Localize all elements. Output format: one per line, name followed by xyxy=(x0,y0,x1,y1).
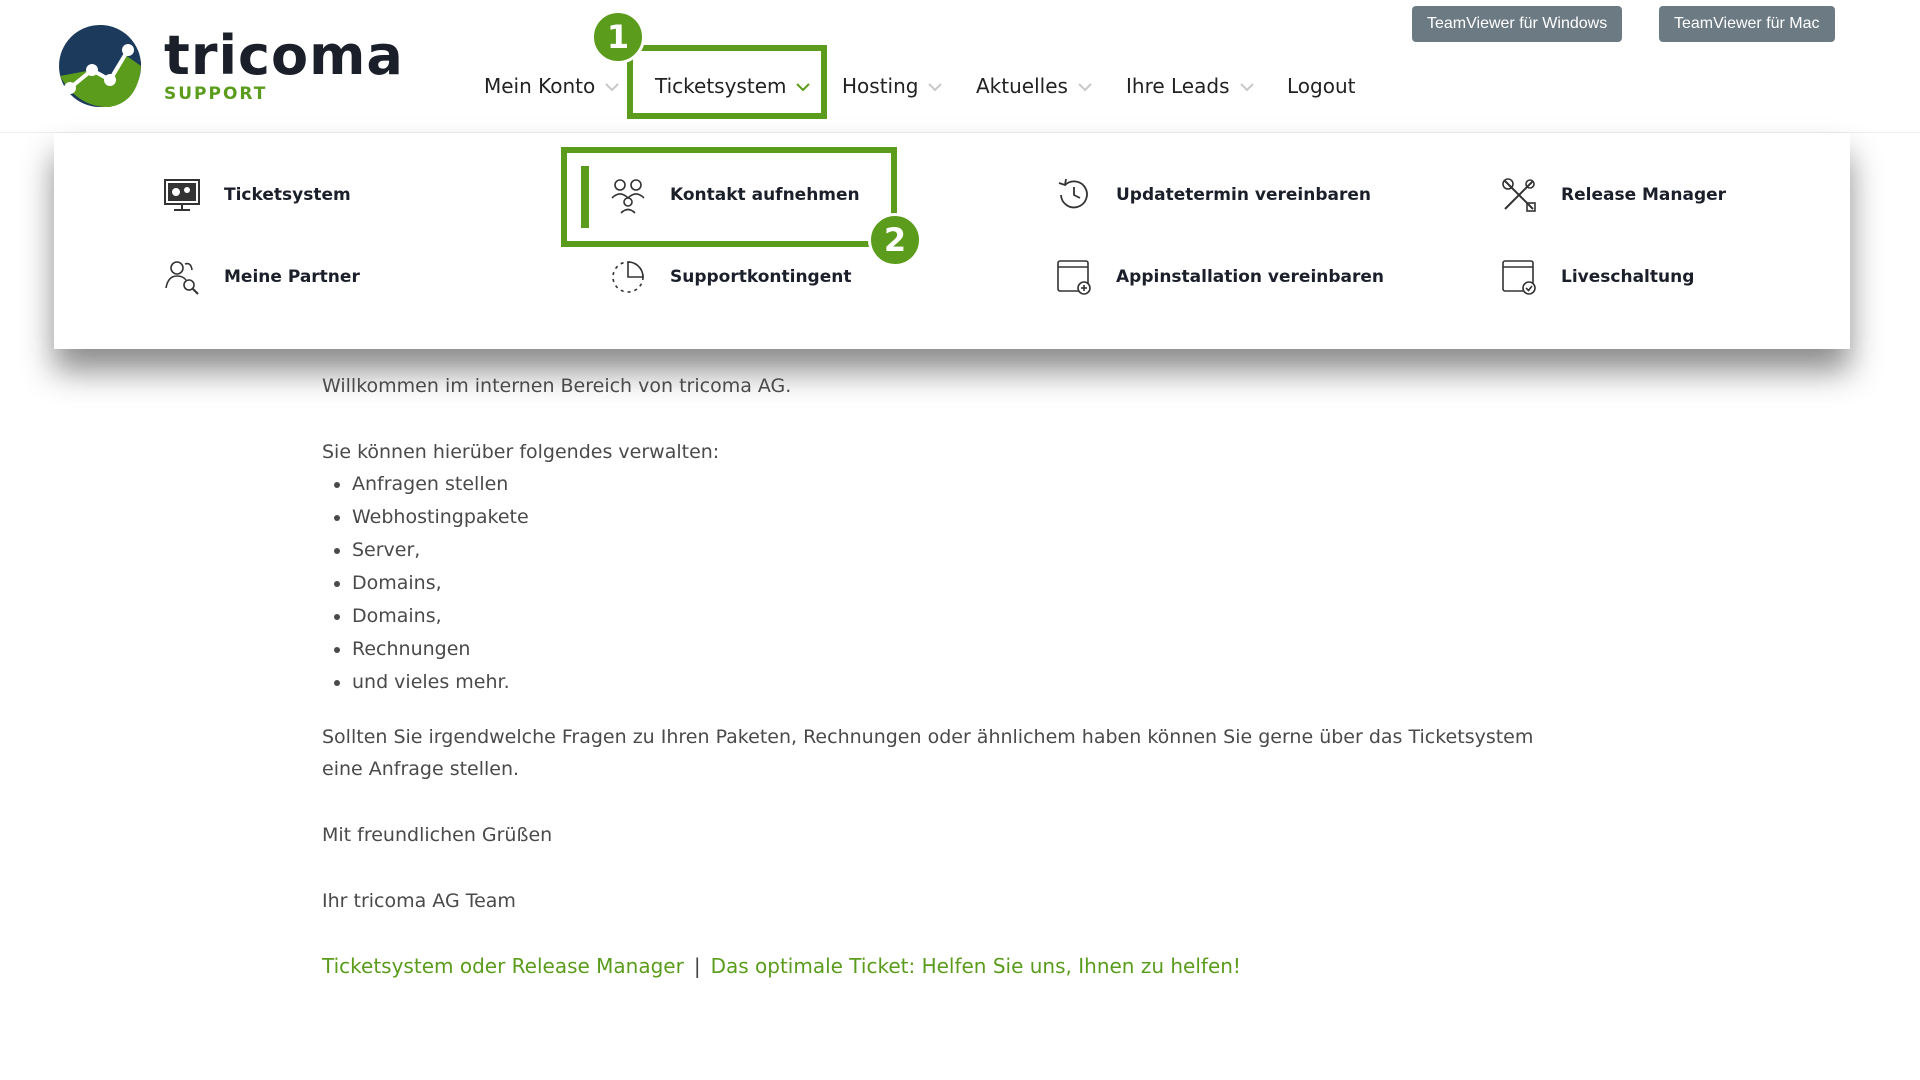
nav-mein-konto[interactable]: Mein Konto xyxy=(484,70,619,102)
logo-subtitle: SUPPORT xyxy=(164,84,268,104)
welcome-text: Willkommen im internen Bereich von trico… xyxy=(322,375,792,397)
main-content: Willkommen im internen Bereich von trico… xyxy=(322,370,1622,917)
list-item: Anfragen stellen xyxy=(352,468,1622,501)
nav-label: Aktuelles xyxy=(976,74,1068,98)
clock-history-icon xyxy=(1054,175,1094,215)
signature-text: Ihr tricoma AG Team xyxy=(322,890,516,912)
intro-text: Sie können hierüber folgendes verwalten: xyxy=(322,441,720,463)
teamviewer-windows-button[interactable]: TeamViewer für Windows xyxy=(1412,6,1623,42)
mega-item-meine-partner[interactable]: Meine Partner xyxy=(162,255,360,299)
chevron-down-icon xyxy=(928,83,943,92)
nav-label: Mein Konto xyxy=(484,74,596,98)
highlight-kontakt-aufnehmen xyxy=(561,147,897,247)
user-search-icon xyxy=(162,257,202,297)
mega-item-liveschaltung[interactable]: Liveschaltung xyxy=(1499,255,1694,299)
highlight-ticketsystem-nav xyxy=(627,45,827,119)
nav-label: Ihre Leads xyxy=(1126,74,1230,98)
mega-menu: Ticketsystem Kontakt aufnehmen Updateter… xyxy=(54,133,1850,349)
step-badge-2: 2 xyxy=(868,213,922,267)
nav-aktuelles[interactable]: Aktuelles xyxy=(976,70,1092,102)
mega-item-supportkontingent[interactable]: Supportkontingent xyxy=(608,255,852,299)
step-badge-1: 1 xyxy=(591,10,645,64)
mega-item-appinstallation[interactable]: Appinstallation vereinbaren xyxy=(1054,255,1384,299)
logo[interactable]: tricoma SUPPORT xyxy=(58,24,403,108)
logo-mark-icon xyxy=(59,25,141,108)
list-item: Webhostingpakete xyxy=(352,501,1622,534)
mega-item-release-manager[interactable]: Release Manager xyxy=(1499,173,1726,217)
chevron-down-icon xyxy=(605,83,619,92)
tools-icon xyxy=(1499,175,1539,215)
list-item: und vieles mehr. xyxy=(352,666,1622,699)
mega-item-ticketsystem[interactable]: Ticketsystem xyxy=(162,173,351,217)
link-ticketsystem-release-manager[interactable]: Ticketsystem oder Release Manager xyxy=(322,954,684,978)
mega-item-label: Appinstallation vereinbaren xyxy=(1116,267,1385,287)
chevron-down-icon xyxy=(1239,83,1254,92)
feature-list: Anfragen stellen Webhostingpakete Server… xyxy=(322,468,1622,699)
mega-item-label: Supportkontingent xyxy=(670,267,852,287)
mega-item-label: Meine Partner xyxy=(224,267,360,287)
footer-links: Ticketsystem oder Release Manager | Das op… xyxy=(322,954,1241,978)
nav-label: Hosting xyxy=(842,74,919,98)
questions-text: Sollten Sie irgendwelche Fragen zu Ihren… xyxy=(322,726,1534,780)
nav-logout[interactable]: Logout xyxy=(1287,70,1355,102)
list-item: Domains, xyxy=(352,600,1622,633)
page: tricoma SUPPORT TeamViewer für Windows T… xyxy=(0,0,1920,1080)
nav-label: Logout xyxy=(1287,74,1356,98)
link-separator: | xyxy=(693,954,701,978)
mega-item-label: Release Manager xyxy=(1561,185,1727,205)
list-item: Server, xyxy=(352,534,1622,567)
mega-item-label: Updatetermin vereinbaren xyxy=(1116,185,1371,205)
highlight-accent-bar xyxy=(581,166,589,228)
nav-hosting[interactable]: Hosting xyxy=(842,70,943,102)
window-check-icon xyxy=(1499,257,1539,297)
logo-wordmark: tricoma xyxy=(164,24,404,87)
nav-ihre-leads[interactable]: Ihre Leads xyxy=(1126,70,1254,102)
list-item: Rechnungen xyxy=(352,633,1622,666)
pie-progress-icon xyxy=(608,257,648,297)
list-item: Domains, xyxy=(352,567,1622,600)
teamviewer-mac-button[interactable]: TeamViewer für Mac xyxy=(1659,6,1835,42)
site-header: tricoma SUPPORT TeamViewer für Windows T… xyxy=(0,0,1920,133)
mega-item-updatetermin[interactable]: Updatetermin vereinbaren xyxy=(1054,173,1371,217)
window-add-icon xyxy=(1054,257,1094,297)
greeting-text: Mit freundlichen Grüßen xyxy=(322,824,553,846)
monitor-gear-icon xyxy=(162,175,202,215)
link-optimales-ticket[interactable]: Das optimale Ticket: Helfen Sie uns, Ihn… xyxy=(711,954,1241,978)
mega-item-label: Liveschaltung xyxy=(1561,267,1695,287)
chevron-down-icon xyxy=(1078,83,1092,92)
mega-item-label: Ticketsystem xyxy=(224,185,351,205)
